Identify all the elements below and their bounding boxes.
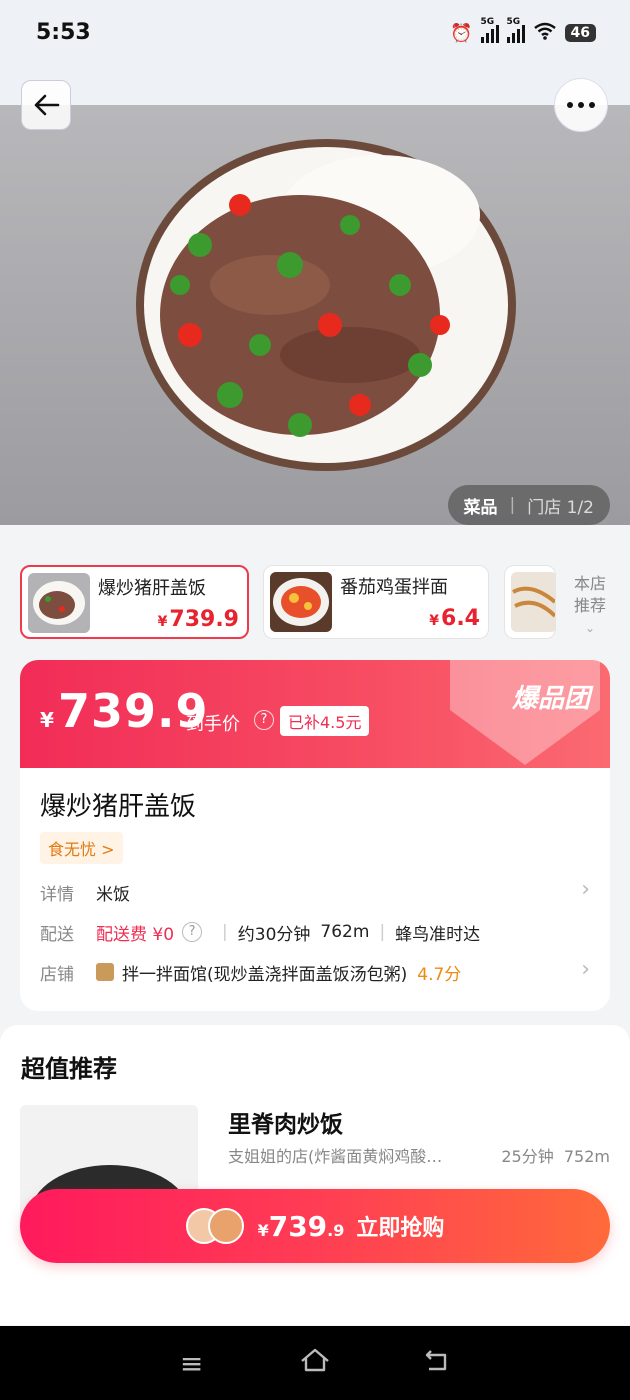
more-dots-icon[interactable] — [554, 78, 608, 132]
delivery-fee: 配送费 ¥0 — [96, 924, 175, 945]
back-icon[interactable] — [418, 1347, 458, 1380]
arrow-decoration-icon — [450, 660, 600, 765]
recommend-shop: 支姐姐的店(炸酱面黄焖鸡酸… — [228, 1147, 443, 1166]
store-recommend-button[interactable]: 本店推荐 ⌄ — [570, 573, 610, 639]
hero-badge[interactable]: 菜品 | 门店 1/2 — [447, 485, 610, 525]
thumb-item[interactable]: 番茄鸡蛋拌面 ¥6.4 — [263, 565, 489, 639]
help-icon[interactable]: ? — [182, 922, 203, 942]
badge-dish[interactable]: 菜品 — [464, 493, 498, 518]
thumb-name: 爆炒猪肝盖饭 — [98, 578, 206, 599]
chevron-right-icon: › — [581, 877, 590, 902]
dish-title: 爆炒猪肝盖饭 — [40, 792, 197, 822]
buy-label: 立即抢购 — [356, 1216, 445, 1241]
chevron-right-icon: › — [581, 957, 590, 982]
price-banner: ¥ 739.9 到手价 ? 已补4.5元 爆品团 — [20, 660, 610, 770]
recommend-heading: 超值推荐 — [21, 1055, 117, 1083]
dish-photo[interactable] — [0, 105, 630, 525]
badge-store[interactable]: 门店 1/2 — [527, 493, 594, 518]
thumb-price: ¥739.9 — [157, 607, 239, 632]
thumb-item[interactable] — [504, 565, 556, 639]
thumb-name: 番茄鸡蛋拌面 — [340, 577, 448, 598]
menu-icon[interactable]: ≡ — [172, 1347, 212, 1380]
thumb-image — [511, 572, 555, 632]
system-nav-bar: ≡ — [0, 1326, 630, 1400]
price-label: 到手价 — [186, 714, 240, 735]
back-button[interactable] — [21, 80, 71, 130]
dish-thumbnails: 爆炒猪肝盖饭 ¥739.9 番茄鸡蛋拌面 ¥6.4 本店推荐 ⌄ — [0, 565, 630, 640]
dish-illustration — [136, 139, 516, 471]
status-time: 5:53 — [36, 20, 91, 45]
buyer-avatars — [185, 1208, 244, 1244]
shop-rating: 4.7分 — [417, 964, 462, 985]
shop-row[interactable]: 店铺 拌一拌面馆(现炒盖浇拌面盖饭汤包粥) 4.7分 › — [40, 957, 590, 987]
dish-detail-card: 爆炒猪肝盖饭 食无忧 > 详情 米饭 › 配送 配送费 ¥0 ? | 约30分钟… — [20, 768, 610, 1011]
avatar — [207, 1208, 244, 1244]
status-icons: ⏰ 5G 5G 46 — [450, 17, 596, 44]
shop-name: 拌一拌面馆(现炒盖浇拌面盖饭汤包粥) — [122, 964, 408, 985]
thumb-item[interactable]: 爆炒猪肝盖饭 ¥739.9 — [20, 565, 249, 639]
thumb-image — [270, 572, 332, 632]
home-icon[interactable] — [295, 1347, 335, 1380]
signal-icon: 5G — [506, 17, 525, 43]
recommend-meta: 25分钟 752m — [501, 1147, 610, 1166]
details-row[interactable]: 详情 米饭 › — [40, 877, 590, 907]
alarm-icon: ⏰ — [450, 22, 473, 44]
battery-indicator: 46 — [564, 24, 596, 42]
help-icon[interactable]: ? — [254, 710, 274, 730]
status-bar: 5:53 ⏰ 5G 5G 46 — [0, 0, 630, 70]
delivery-row: 配送 配送费 ¥0 ? | 约30分钟 762m | 蜂鸟准时达 — [40, 917, 590, 947]
subsidy-badge: 已补4.5元 — [280, 706, 370, 736]
signal-icon: 5G — [480, 17, 499, 43]
recommend-section: 超值推荐 里脊肉炒饭 支姐姐的店(炸酱面黄焖鸡酸… 25分钟 752m — [0, 1025, 630, 1325]
wifi-icon — [533, 22, 557, 44]
buy-price: ¥739.9 — [257, 1209, 345, 1243]
thumb-image — [28, 573, 90, 633]
chevron-down-icon: ⌄ — [584, 621, 596, 635]
brand-logo: 爆品团 — [511, 684, 590, 714]
thumb-price: ¥6.4 — [429, 606, 480, 631]
recommend-name[interactable]: 里脊肉炒饭 — [228, 1105, 343, 1139]
buy-now-button[interactable]: ¥739.9 立即抢购 — [20, 1189, 610, 1263]
shop-icon — [96, 963, 114, 981]
arrow-left-icon — [34, 94, 60, 116]
worry-free-tag[interactable]: 食无忧 > — [40, 832, 123, 864]
